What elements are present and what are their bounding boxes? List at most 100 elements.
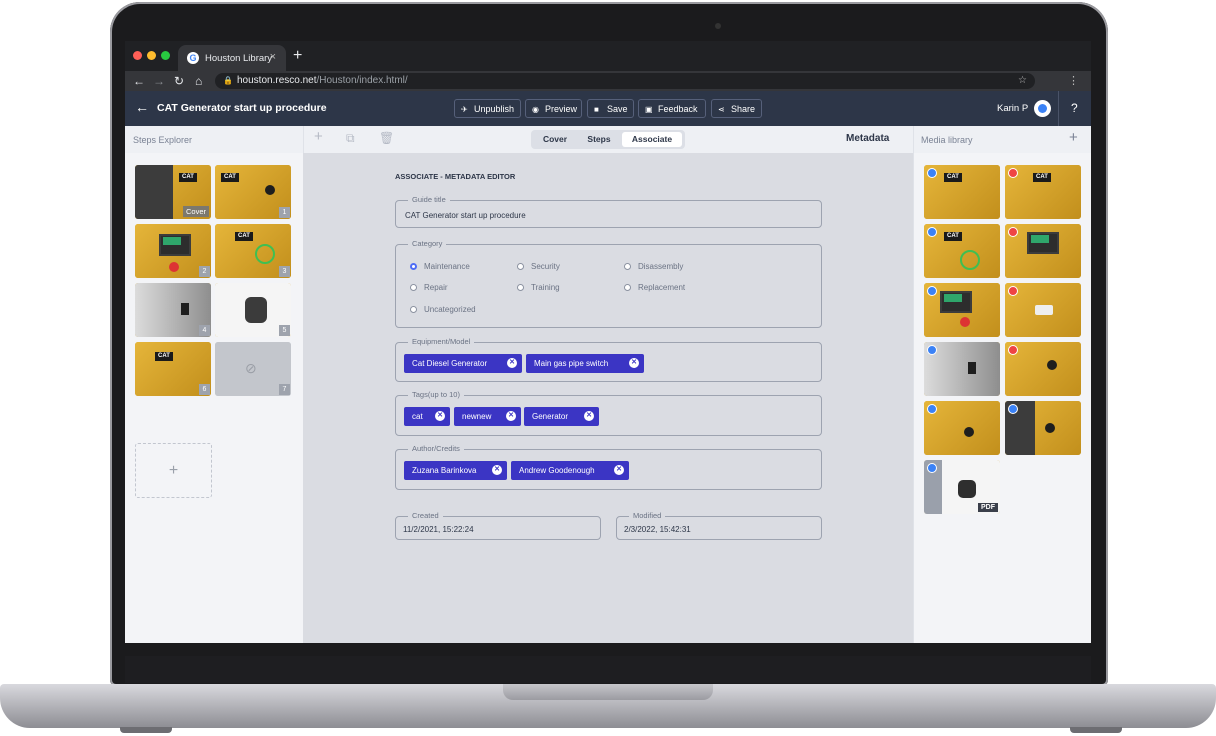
radio-icon <box>624 263 631 270</box>
remove-chip-icon[interactable]: ✕ <box>629 358 639 368</box>
step-thumbnail-1[interactable]: CAT 1 <box>215 165 291 219</box>
media-item[interactable] <box>1005 283 1081 337</box>
editor-heading: ASSOCIATE - METADATA EDITOR <box>395 172 516 181</box>
equipment-chip: Cat Diesel Generator ✕ <box>404 354 522 373</box>
tab-steps[interactable]: Steps <box>578 132 620 147</box>
tab-close-icon[interactable]: × <box>270 51 276 63</box>
app-header: ← CAT Generator start up procedure ✈ Unpu… <box>125 91 1091 126</box>
radio-icon <box>517 263 524 270</box>
radio-repair[interactable]: Repair <box>410 283 448 292</box>
tab-associate[interactable]: Associate <box>622 132 682 147</box>
media-item[interactable]: CAT <box>924 165 1000 219</box>
browser-tab[interactable]: G Houston Library × <box>178 45 286 71</box>
close-window-dot[interactable] <box>133 51 142 60</box>
remove-chip-icon[interactable]: ✕ <box>492 465 502 475</box>
step-thumbnail-5[interactable]: 5 <box>215 283 291 337</box>
add-media-button[interactable]: + <box>1069 129 1078 146</box>
preview-button[interactable]: ◉ Preview <box>525 99 582 118</box>
feedback-label: Feedback <box>658 104 698 114</box>
bookmark-star-icon[interactable]: ☆ <box>1018 73 1027 89</box>
media-select-dot[interactable] <box>927 463 937 473</box>
reload-icon[interactable]: ↻ <box>174 74 184 88</box>
radio-label: Repair <box>424 283 448 292</box>
remove-chip-icon[interactable]: ✕ <box>584 411 594 421</box>
media-select-dot[interactable] <box>927 345 937 355</box>
home-icon[interactable]: ⌂ <box>195 74 202 88</box>
guide-title-field[interactable]: Guide title CAT Generator start up proce… <box>395 195 822 228</box>
step-thumbnail-6[interactable]: CAT 6 <box>135 342 211 396</box>
remove-chip-icon[interactable]: ✕ <box>435 411 445 421</box>
unpublish-label: Unpublish <box>474 104 515 114</box>
forward-arrow-icon[interactable]: → <box>153 74 165 88</box>
radio-replacement[interactable]: Replacement <box>624 283 685 292</box>
radio-disassembly[interactable]: Disassembly <box>624 262 683 271</box>
media-select-dot[interactable] <box>1008 345 1018 355</box>
media-select-dot[interactable] <box>927 404 937 414</box>
delete-icon[interactable]: 🗑 <box>379 131 394 145</box>
url-field[interactable]: 🔒 houston.resco.net/Houston/index.html/ … <box>215 73 1035 89</box>
maximize-window-dot[interactable] <box>161 51 170 60</box>
help-icon[interactable]: ? <box>1071 101 1078 115</box>
media-select-dot[interactable] <box>1008 286 1018 296</box>
category-group: Category Maintenance Security Disassembl… <box>395 239 822 328</box>
remove-chip-icon[interactable]: ✕ <box>614 465 624 475</box>
media-library-title: Media library <box>921 135 973 145</box>
tab-title: Houston Library <box>205 53 273 64</box>
radio-uncategorized[interactable]: Uncategorized <box>410 305 476 314</box>
minimize-window-dot[interactable] <box>147 51 156 60</box>
media-select-dot[interactable] <box>927 286 937 296</box>
tag-chip: cat ✕ <box>404 407 450 426</box>
media-item[interactable] <box>924 401 1000 455</box>
remove-chip-icon[interactable]: ✕ <box>506 411 516 421</box>
remove-chip-icon[interactable]: ✕ <box>507 358 517 368</box>
radio-training[interactable]: Training <box>517 283 560 292</box>
step-thumbnail-7[interactable]: ⊘ 7 <box>215 342 291 396</box>
step-thumbnail-4[interactable]: 4 <box>135 283 211 337</box>
author-field[interactable]: Author/Credits Zuzana Barinkova ✕ Andrew … <box>395 444 822 490</box>
media-item[interactable] <box>924 283 1000 337</box>
radio-label: Replacement <box>638 283 686 292</box>
radio-label: Security <box>531 262 560 271</box>
step-number: 3 <box>279 266 290 277</box>
radio-maintenance[interactable]: Maintenance <box>410 262 470 271</box>
metadata-title: Metadata <box>846 133 890 144</box>
tab-cover[interactable]: Cover <box>534 132 576 147</box>
media-select-dot[interactable] <box>1008 227 1018 237</box>
step-thumbnail-3[interactable]: CAT 3 <box>215 224 291 278</box>
user-name[interactable]: Karin P <box>997 103 1028 114</box>
guide-title-label: Guide title <box>408 195 450 204</box>
share-icon: ⋖ <box>718 105 725 114</box>
feedback-button[interactable]: ▣ Feedback <box>638 99 706 118</box>
media-item[interactable] <box>1005 342 1081 396</box>
author-chip: Andrew Goodenough ✕ <box>511 461 629 480</box>
media-item[interactable] <box>1005 224 1081 278</box>
media-item-pdf[interactable]: PDF <box>924 460 1000 514</box>
media-select-dot[interactable] <box>1008 168 1018 178</box>
equipment-field[interactable]: Equipment/Model Cat Diesel Generator ✕ Ma… <box>395 337 822 382</box>
unpublish-button[interactable]: ✈ Unpublish <box>454 99 521 118</box>
back-arrow-icon[interactable]: ← <box>133 74 145 88</box>
media-item[interactable]: CAT <box>1005 165 1081 219</box>
browser-menu-icon[interactable]: ⋮ <box>1068 74 1079 87</box>
media-select-dot[interactable] <box>927 227 937 237</box>
share-button[interactable]: ⋖ Share <box>711 99 762 118</box>
step-thumbnail-2[interactable]: 2 <box>135 224 211 278</box>
avatar[interactable] <box>1034 100 1051 117</box>
media-select-dot[interactable] <box>927 168 937 178</box>
media-item[interactable] <box>1005 401 1081 455</box>
media-item[interactable]: CAT <box>924 224 1000 278</box>
created-field: Created 11/2/2021, 15:22:24 <box>395 511 601 540</box>
back-icon[interactable]: ← <box>135 99 149 115</box>
radio-security[interactable]: Security <box>517 262 560 271</box>
add-step-icon[interactable]: + <box>314 128 323 145</box>
step-thumbnail-cover[interactable]: CAT Cover <box>135 165 211 219</box>
tags-field[interactable]: Tags(up to 10) cat ✕ newnew ✕ Generator ✕ <box>395 390 822 436</box>
tag-chip: Generator ✕ <box>524 407 599 426</box>
new-tab-button[interactable]: + <box>293 47 302 65</box>
save-button[interactable]: ■ Save <box>587 99 634 118</box>
add-step-tile[interactable]: + <box>135 443 212 498</box>
author-chip: Zuzana Barinkova ✕ <box>404 461 507 480</box>
media-select-dot[interactable] <box>1008 404 1018 414</box>
media-item[interactable] <box>924 342 1000 396</box>
duplicate-icon[interactable]: ⧉ <box>346 131 355 146</box>
